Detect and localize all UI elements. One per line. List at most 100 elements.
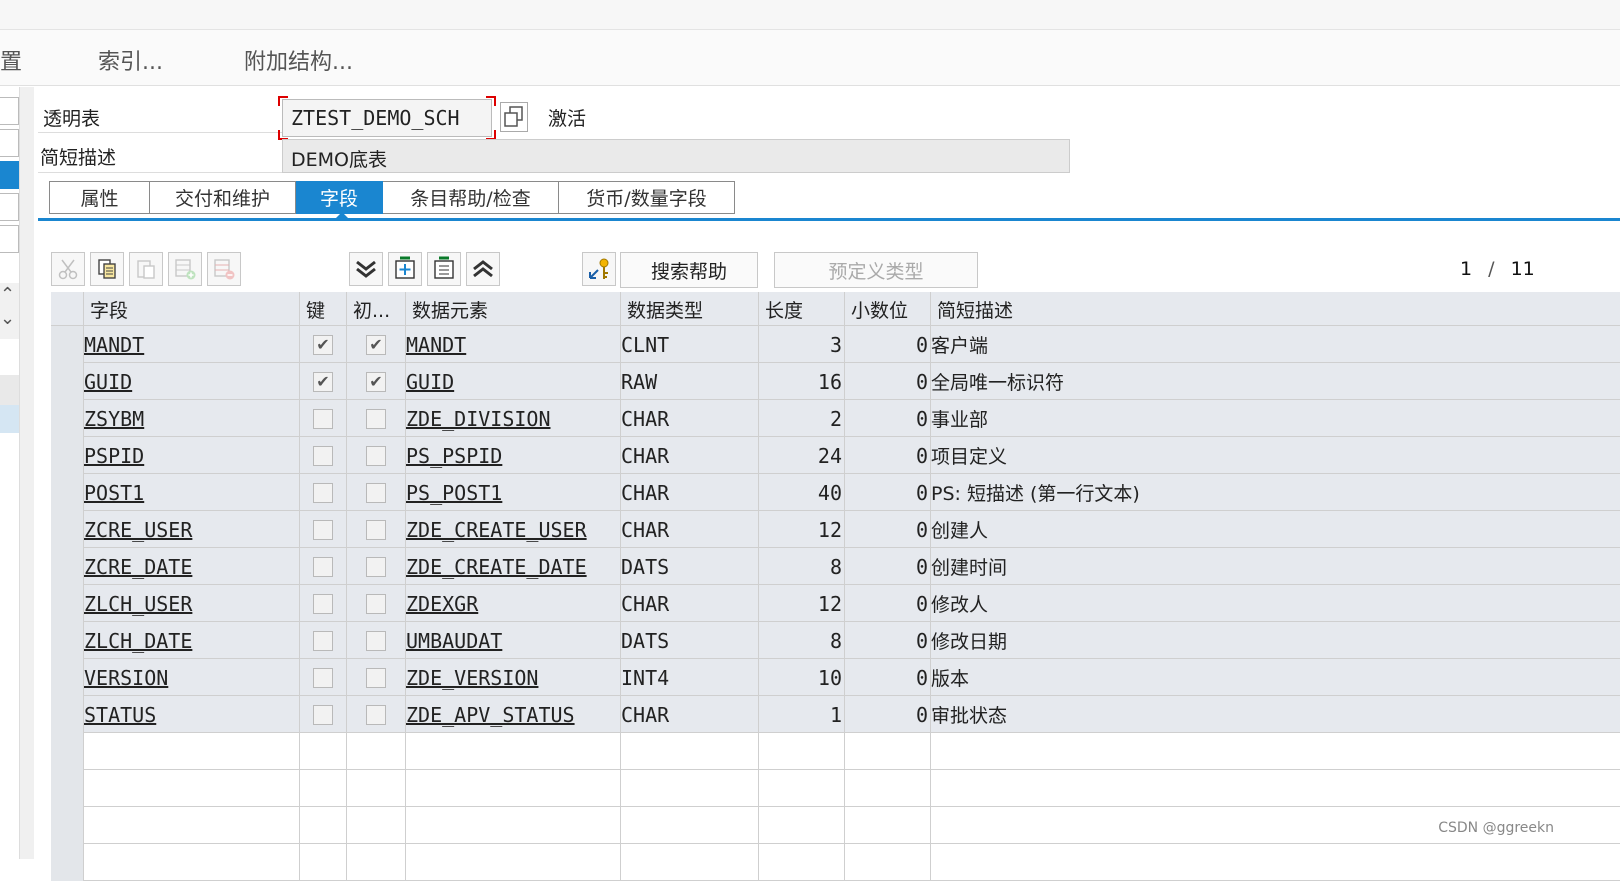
tab-attributes[interactable]: 属性 xyxy=(49,181,150,214)
table-row[interactable]: ZCRE_DATE ZDE_CREATE_DATE DATS 8 0 创建时间 xyxy=(51,548,1620,585)
menu-item-indexes[interactable]: 索引... xyxy=(98,44,163,76)
field-name-link[interactable]: ZLCH_DATE xyxy=(84,629,192,653)
key-checkbox[interactable] xyxy=(313,593,333,614)
cell-decimals[interactable]: 0 xyxy=(845,326,931,363)
initial-value-checkbox[interactable] xyxy=(366,704,386,725)
cell-field[interactable] xyxy=(84,770,300,807)
cell-decimals[interactable]: 0 xyxy=(845,659,931,696)
cell-decimals[interactable]: 0 xyxy=(845,363,931,400)
cell-length[interactable]: 12 xyxy=(759,511,845,548)
cell-type[interactable]: CHAR xyxy=(621,474,759,511)
initial-value-checkbox[interactable] xyxy=(366,519,386,540)
cell-desc[interactable] xyxy=(931,733,1620,770)
cell-type[interactable]: DATS xyxy=(621,548,759,585)
field-name-link[interactable]: ZSYBM xyxy=(84,407,144,431)
cell-element[interactable]: ZDE_DIVISION xyxy=(406,400,621,437)
table-name-field[interactable]: ZTEST_DEMO_SCH xyxy=(282,99,492,137)
key-checkbox[interactable] xyxy=(313,667,333,688)
column-header-data-element[interactable]: 数据元素 xyxy=(406,292,621,326)
tab-fields[interactable]: 字段 xyxy=(296,181,383,214)
table-row[interactable]: VERSION ZDE_VERSION INT4 10 0 版本 xyxy=(51,659,1620,696)
field-name-link[interactable]: PSPID xyxy=(84,444,144,468)
tab-delivery-maintenance[interactable]: 交付和维护 xyxy=(150,181,296,214)
table-row[interactable]: STATUS ZDE_APV_STATUS CHAR 1 0 审批状态 xyxy=(51,696,1620,733)
cell-key[interactable] xyxy=(300,770,347,807)
data-element-link[interactable]: PS_POST1 xyxy=(406,481,502,505)
field-name-link[interactable]: ZCRE_USER xyxy=(84,518,192,542)
key-checkbox[interactable] xyxy=(313,408,333,429)
cell-init[interactable] xyxy=(347,585,406,622)
data-element-link[interactable]: ZDE_DIVISION xyxy=(406,407,551,431)
cell-field[interactable]: PSPID xyxy=(84,437,300,474)
cell-length[interactable]: 3 xyxy=(759,326,845,363)
key-checkbox[interactable]: ✔ xyxy=(313,334,333,355)
cell-desc[interactable] xyxy=(931,844,1620,881)
cell-field[interactable] xyxy=(84,844,300,881)
cell-desc[interactable]: 客户端 xyxy=(931,326,1620,363)
initial-value-checkbox[interactable] xyxy=(366,667,386,688)
row-selector[interactable] xyxy=(51,770,84,807)
cell-key[interactable] xyxy=(300,844,347,881)
key-checkbox[interactable]: ✔ xyxy=(313,371,333,392)
tab-entry-help-check[interactable]: 条目帮助/检查 xyxy=(383,181,559,214)
column-header-data-type[interactable]: 数据类型 xyxy=(621,292,759,326)
cell-field[interactable]: ZCRE_USER xyxy=(84,511,300,548)
initial-value-checkbox[interactable] xyxy=(366,630,386,651)
cell-init[interactable] xyxy=(347,807,406,844)
cell-type[interactable]: CHAR xyxy=(621,400,759,437)
cell-desc[interactable]: 修改日期 xyxy=(931,622,1620,659)
table-row[interactable]: ZSYBM ZDE_DIVISION CHAR 2 0 事业部 xyxy=(51,400,1620,437)
initial-value-checkbox[interactable] xyxy=(366,556,386,577)
cell-type[interactable] xyxy=(621,807,759,844)
cell-decimals[interactable]: 0 xyxy=(845,400,931,437)
cell-element[interactable]: ZDE_APV_STATUS xyxy=(406,696,621,733)
cell-type[interactable]: CHAR xyxy=(621,585,759,622)
cell-length[interactable]: 16 xyxy=(759,363,845,400)
data-element-link[interactable]: ZDEXGR xyxy=(406,592,478,616)
empty-table-row[interactable] xyxy=(51,844,1620,881)
cell-field[interactable]: MANDT xyxy=(84,326,300,363)
cell-decimals[interactable]: 0 xyxy=(845,696,931,733)
cell-element[interactable]: PS_POST1 xyxy=(406,474,621,511)
cell-type[interactable]: CHAR xyxy=(621,696,759,733)
data-element-link[interactable]: ZDE_CREATE_DATE xyxy=(406,555,587,579)
initial-value-checkbox[interactable] xyxy=(366,408,386,429)
cell-key[interactable]: ✔ xyxy=(300,363,347,400)
cell-length[interactable]: 8 xyxy=(759,548,845,585)
cell-element[interactable] xyxy=(406,733,621,770)
key-checkbox[interactable] xyxy=(313,519,333,540)
copy-name-icon[interactable] xyxy=(500,102,528,132)
cell-element[interactable]: ZDEXGR xyxy=(406,585,621,622)
cell-type[interactable] xyxy=(621,733,759,770)
cell-desc[interactable]: 版本 xyxy=(931,659,1620,696)
cell-desc[interactable]: 修改人 xyxy=(931,585,1620,622)
scroll-arrows-icon[interactable]: ⌃ ⌄ xyxy=(0,283,19,339)
cell-field[interactable]: ZCRE_DATE xyxy=(84,548,300,585)
cell-init[interactable] xyxy=(347,622,406,659)
data-element-link[interactable]: ZDE_VERSION xyxy=(406,666,538,690)
key-checkbox[interactable] xyxy=(313,482,333,503)
cell-length[interactable] xyxy=(759,770,845,807)
key-checkbox[interactable] xyxy=(313,445,333,466)
cell-length[interactable] xyxy=(759,807,845,844)
cell-decimals[interactable]: 0 xyxy=(845,437,931,474)
column-header-initial[interactable]: 初... xyxy=(347,292,406,326)
key-checkbox[interactable] xyxy=(313,556,333,577)
cell-element[interactable]: PS_PSPID xyxy=(406,437,621,474)
field-name-link[interactable]: STATUS xyxy=(84,703,156,727)
cell-element[interactable]: GUID xyxy=(406,363,621,400)
initial-value-checkbox[interactable]: ✔ xyxy=(366,371,386,392)
row-selector[interactable] xyxy=(51,511,84,548)
cell-desc[interactable]: PS: 短描述 (第一行文本) xyxy=(931,474,1620,511)
cell-decimals[interactable] xyxy=(845,807,931,844)
cell-init[interactable] xyxy=(347,511,406,548)
cell-length[interactable]: 10 xyxy=(759,659,845,696)
initial-value-checkbox[interactable] xyxy=(366,593,386,614)
cell-init[interactable]: ✔ xyxy=(347,326,406,363)
splitter-gutter[interactable] xyxy=(20,87,34,859)
row-selector[interactable] xyxy=(51,622,84,659)
cell-type[interactable] xyxy=(621,844,759,881)
cell-key[interactable] xyxy=(300,659,347,696)
cell-init[interactable] xyxy=(347,733,406,770)
cut-icon[interactable] xyxy=(51,252,85,286)
